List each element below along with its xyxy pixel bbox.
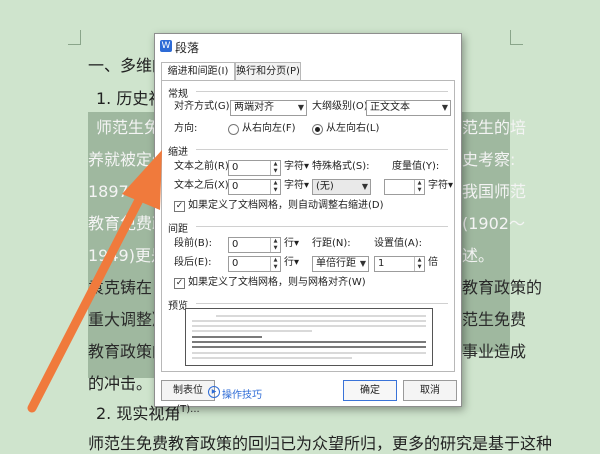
dropdown-arrow-icon: ▼ (297, 103, 304, 112)
section-indent-label: 缩进 (168, 147, 188, 158)
preview-line (192, 325, 426, 327)
dropdown-arrow-icon: ▼ (441, 103, 448, 112)
section-divider (196, 303, 448, 304)
doc-line-last: 师范生免费教育政策的回归已为众望所归，更多的研究是基于这种 (88, 434, 553, 453)
tab-indent-spacing[interactable]: 缩进和间距(I) (161, 62, 235, 81)
line-spacing-select[interactable]: 单倍行距 ▼ (312, 256, 369, 272)
space-after-spinner[interactable]: 0 ▲ ▼ (228, 256, 281, 272)
snap-to-grid-checkbox[interactable]: ✓ (174, 278, 185, 289)
section-divider (196, 226, 448, 227)
special-format-select[interactable]: (无) ▼ (312, 179, 371, 195)
hl-line-right: 教育政策的 (462, 278, 543, 297)
ltr-radio[interactable] (312, 124, 323, 135)
tab-line-page-breaks[interactable]: 换行和分页(P) (235, 62, 301, 80)
hl-line-right: 史考察: (462, 150, 516, 169)
hl-line-right: 述。 (462, 246, 495, 265)
hl-line-left: 袁克铸在 (88, 278, 153, 297)
play-icon: ▶ (208, 386, 220, 398)
tips-link[interactable]: ▶ 操作技巧 (208, 386, 262, 401)
setting-value-value: 1 (378, 258, 385, 269)
doc-heading-reality: 2. 现实视角 (96, 404, 181, 423)
indent-before-spinner[interactable]: 0 ▲ ▼ (228, 160, 281, 176)
section-divider (196, 149, 448, 150)
ltr-radio-label[interactable]: 从左向右(L) (326, 122, 379, 136)
preview-line (192, 341, 426, 343)
cancel-button[interactable]: 取消 (403, 380, 457, 401)
hl-line-right: (1902～ (462, 214, 525, 233)
spinner-arrows-icon[interactable]: ▲ ▼ (414, 257, 424, 271)
space-after-unit[interactable]: 行▾ (284, 256, 299, 270)
paragraph-dialog[interactable]: W 段落 缩进和间距(I) 换行和分页(P) 常规 对齐方式(G): 两端对齐 … (154, 33, 462, 415)
margin-corner-top-right (510, 30, 523, 45)
special-format-label: 特殊格式(S): (312, 161, 370, 172)
preview-line (192, 346, 426, 348)
indent-after-unit[interactable]: 字符▾ (284, 179, 309, 193)
alignment-select[interactable]: 两端对齐 ▼ (230, 100, 307, 116)
alignment-label: 对齐方式(G): (174, 101, 233, 112)
preview-line (192, 336, 262, 338)
spinner-arrows-icon[interactable]: ▲ ▼ (414, 180, 424, 194)
dialog-title-bar[interactable]: W 段落 (155, 34, 461, 58)
dropdown-arrow-icon: ▼ (359, 259, 366, 268)
preview-line (192, 320, 426, 322)
indent-before-label: 文本之前(R): (174, 161, 233, 172)
indent-before-unit[interactable]: 字符▾ (284, 160, 309, 174)
snap-to-grid-label[interactable]: 如果定义了文档网格，则与网格对齐(W) (188, 276, 366, 290)
alignment-value: 两端对齐 (234, 102, 274, 113)
space-before-spinner[interactable]: 0 ▲ ▼ (228, 237, 281, 253)
indent-after-spinner[interactable]: 0 ▲ ▼ (228, 179, 281, 195)
tips-label[interactable]: 操作技巧 (222, 390, 262, 401)
preview-line (192, 330, 312, 332)
indent-after-value: 0 (232, 181, 239, 192)
space-before-label: 段前(B): (174, 238, 213, 249)
dropdown-arrow-icon: ▼ (361, 182, 368, 191)
wps-writer-icon: W (160, 40, 172, 52)
indent-after-label: 文本之后(X): (174, 180, 233, 191)
tab-stops-button[interactable]: 制表位(T)... (161, 380, 215, 415)
rtl-radio[interactable] (228, 124, 239, 135)
doc-line-impact: 的冲击。 (88, 374, 153, 393)
space-after-label: 段后(E): (174, 257, 212, 268)
outline-level-select[interactable]: 正文文本 ▼ (366, 100, 451, 116)
setting-value-label: 设置值(A): (374, 238, 423, 249)
ok-button[interactable]: 确定 (343, 380, 397, 401)
rtl-radio-label[interactable]: 从右向左(F) (242, 122, 296, 136)
direction-label: 方向: (174, 123, 198, 134)
spinner-arrows-icon[interactable]: ▲ ▼ (270, 257, 280, 271)
measure-spinner[interactable]: ▲ ▼ (384, 179, 425, 195)
line-spacing-value: 单倍行距 (316, 258, 356, 269)
margin-corner-top-left (68, 30, 81, 45)
hl-line-right: 我国师范 (462, 182, 527, 201)
section-spacing-label: 间距 (168, 224, 188, 235)
spinner-arrows-icon[interactable]: ▲ ▼ (270, 180, 280, 194)
spinner-arrows-icon[interactable]: ▲ ▼ (270, 238, 280, 252)
dialog-title: 段落 (175, 41, 200, 55)
paragraph-preview (185, 308, 433, 366)
preview-line (216, 315, 426, 317)
spinner-arrows-icon[interactable]: ▲ ▼ (270, 161, 280, 175)
section-divider (196, 91, 448, 92)
preview-line (192, 352, 426, 354)
preview-line (192, 357, 352, 359)
measure-label: 度量值(Y): (392, 161, 440, 172)
line-spacing-label: 行距(N): (312, 238, 351, 249)
space-before-unit[interactable]: 行▾ (284, 237, 299, 251)
space-after-value: 0 (232, 258, 239, 269)
auto-right-indent-checkbox[interactable]: ✓ (174, 201, 185, 212)
hl-line-right: 事业造成 (462, 342, 527, 361)
outline-level-label: 大纲级别(O): (312, 101, 372, 112)
setting-value-spinner[interactable]: 1 ▲ ▼ (374, 256, 425, 272)
space-before-value: 0 (232, 239, 239, 250)
hl-line-right: 范生免费 (462, 310, 527, 329)
auto-right-indent-label[interactable]: 如果定义了文档网格，则自动调整右缩进(D) (188, 199, 384, 213)
measure-unit[interactable]: 字符▾ (428, 179, 453, 193)
hl-line-right: 范生的培 (462, 118, 527, 137)
section-general-label: 常规 (168, 89, 188, 100)
outline-level-value: 正文文本 (370, 102, 410, 113)
indent-before-value: 0 (232, 162, 239, 173)
special-format-value: (无) (316, 181, 334, 192)
setting-value-unit: 倍 (428, 257, 438, 268)
